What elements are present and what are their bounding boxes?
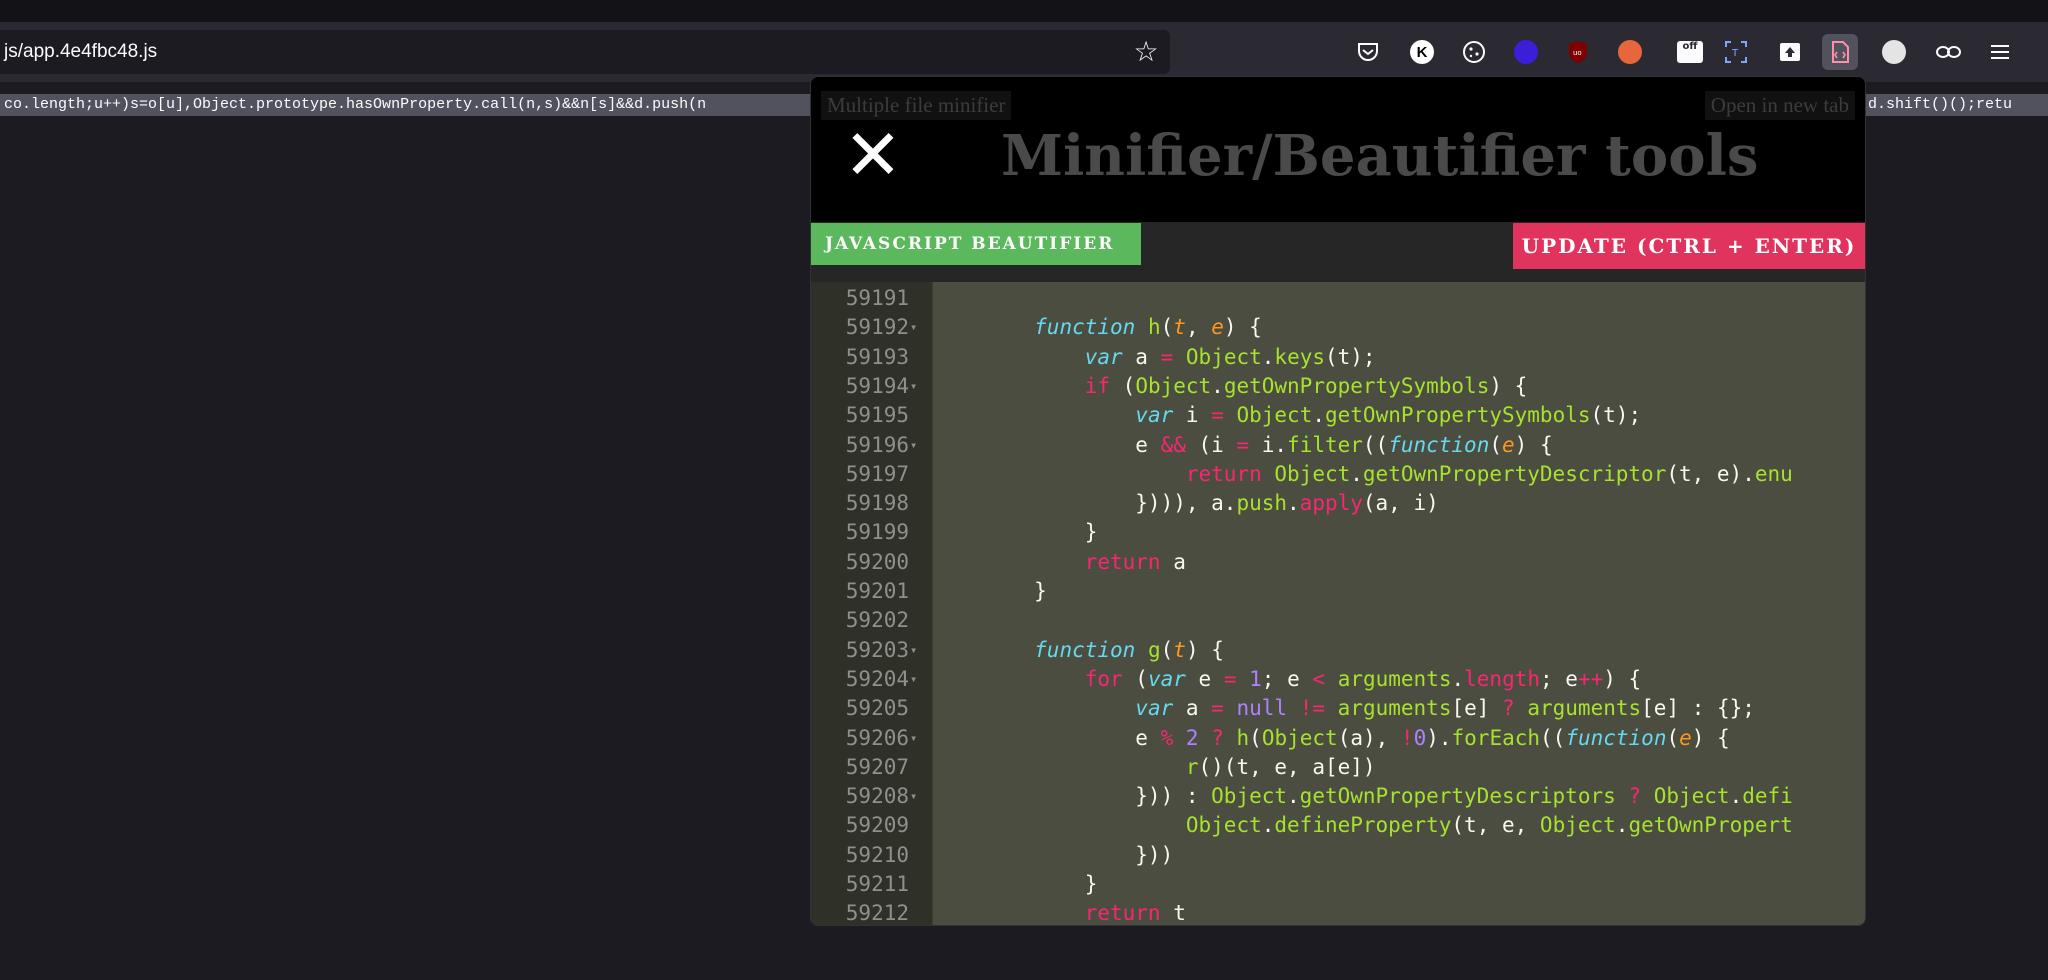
code-text: Object.defineProperty(t, e, Object.getOw… <box>1185 813 1793 838</box>
code-line: 59202 <box>811 606 1865 635</box>
code-line: 59194 ▾ if (Object.getOwnPropertySymbols)… <box>811 372 1865 401</box>
code-text: var a = null != arguments[e] ? arguments… <box>1135 696 1755 721</box>
line-number: 59211 <box>845 872 909 896</box>
line-number: 59194 <box>845 373 909 398</box>
code-line: 59196 ▾ e && (i = i.filter((function(e) { <box>811 431 1865 460</box>
pocket-icon[interactable] <box>1350 34 1386 70</box>
code-text: e && (i = i.filter((function(e) { <box>933 432 1553 457</box>
code-line: 59207 r()(t, e, a[e]) <box>811 753 1865 782</box>
code-line: 59192 ▾ function h(t, e) { <box>811 313 1865 342</box>
open-in-new-tab-link[interactable]: Open in new tab <box>1704 91 1855 120</box>
code-text: e % 2 ? h(Object(a), !0).forEach((functi… <box>933 725 1730 750</box>
fold-toggle-icon[interactable]: ▾ <box>910 665 917 694</box>
minified-code-right: d.shift()();retu <box>1864 94 2048 116</box>
line-number: 59198 <box>845 491 909 516</box>
beautifier-panel: Multiple file minifier Open in new tab ✕… <box>810 76 1866 926</box>
line-number: 59212 <box>845 901 909 926</box>
window-top-strip <box>0 0 2048 22</box>
fold-toggle-icon[interactable]: ▾ <box>910 372 917 401</box>
k-icon[interactable]: K <box>1404 34 1440 70</box>
minified-code-left: co.length;u++)s=o[u],Object.prototype.ha… <box>0 94 812 116</box>
code-text: function h(t, e) { <box>1034 315 1262 340</box>
code-line: 59197 return Object.getOwnPropertyDescri… <box>811 460 1865 489</box>
line-number: 59200 <box>845 549 909 574</box>
svg-text:uo: uo <box>1573 49 1582 57</box>
code-line: 59198 }))), a.push.apply(a, i) <box>811 489 1865 518</box>
line-number: 59205 <box>845 696 909 721</box>
code-text: }))), a.push.apply(a, i) <box>933 491 1439 516</box>
fox-icon[interactable] <box>1612 34 1648 70</box>
close-icon[interactable]: ✕ <box>841 120 905 190</box>
upload-icon[interactable] <box>1772 34 1808 70</box>
code-line: 59201 } <box>811 577 1865 606</box>
off-icon[interactable]: off <box>1672 34 1708 70</box>
panel-title: Minifier/Beautifier tools <box>1001 123 1759 189</box>
code-text: var a = Object.keys(t); <box>1084 344 1376 369</box>
code-text: return t <box>1084 901 1186 926</box>
line-number: 59191 <box>845 286 909 310</box>
eyes-icon[interactable] <box>1930 34 1966 70</box>
fold-toggle-icon[interactable]: ▾ <box>910 636 917 665</box>
line-number: 59202 <box>845 608 909 633</box>
line-number: 59207 <box>845 754 909 779</box>
line-number: 59195 <box>845 403 909 428</box>
code-editor[interactable]: 59191 59192 ▾ function h(t, e) {59193 var … <box>811 282 1865 926</box>
code-line: 59206 ▾ e % 2 ? h(Object(a), !0).forEach(… <box>811 724 1865 753</box>
javascript-beautifier-button[interactable]: JAVASCRIPT BEAUTIFIER <box>811 223 1141 265</box>
code-text: function g(t) { <box>1034 637 1224 662</box>
line-number: 59196 <box>845 432 909 457</box>
ball-icon[interactable] <box>1876 34 1912 70</box>
url-bar[interactable]: js/app.4e4fbc48.js ☆ <box>0 30 1170 74</box>
cookie-icon[interactable] <box>1456 34 1492 70</box>
code-text: return Object.getOwnPropertyDescriptor(t… <box>1185 461 1793 486</box>
line-number: 59193 <box>845 344 909 369</box>
code-line: 59205 var a = null != arguments[e] ? arg… <box>811 694 1865 723</box>
line-number: 59206 <box>845 725 909 750</box>
code-text: return a <box>1084 549 1186 574</box>
code-line: 59208 ▾ })) : Object.getOwnPropertyDescri… <box>811 782 1865 811</box>
code-line: 59212 return t <box>811 899 1865 926</box>
update-button[interactable]: UPDATE (CTRL + ENTER) <box>1513 223 1865 269</box>
star-icon[interactable]: ☆ <box>1130 36 1162 68</box>
code-text: var i = Object.getOwnPropertySymbols(t); <box>1135 403 1642 428</box>
line-number: 59209 <box>845 813 909 838</box>
code-line: 59200 return a <box>811 548 1865 577</box>
code-text: } <box>933 872 1098 896</box>
svg-text:T: T <box>1731 48 1739 59</box>
ublock-icon[interactable]: uo <box>1560 34 1596 70</box>
code-line: 59193 var a = Object.keys(t); <box>811 343 1865 372</box>
line-number: 59210 <box>845 842 909 867</box>
fold-toggle-icon[interactable]: ▾ <box>910 313 917 342</box>
line-number: 59201 <box>845 579 909 603</box>
scan-icon[interactable]: T <box>1718 34 1754 70</box>
code-line: 59204 ▾ for (var e = 1; e < arguments.len… <box>811 665 1865 694</box>
line-number: 59197 <box>845 461 909 486</box>
fold-toggle-icon[interactable]: ▾ <box>910 724 917 753</box>
code-text: for (var e = 1; e < arguments.length; e+… <box>1084 666 1642 691</box>
code-text: })) : Object.getOwnPropertyDescriptors ?… <box>933 784 1793 809</box>
code-text: } <box>933 520 1098 545</box>
fold-toggle-icon[interactable]: ▾ <box>910 431 917 460</box>
line-number: 59199 <box>845 520 909 545</box>
code-line: 59211 } <box>811 870 1865 899</box>
menu-icon[interactable] <box>1982 34 2018 70</box>
code-line: 59203 ▾ function g(t) { <box>811 636 1865 665</box>
code-line: 59209 Object.defineProperty(t, e, Object… <box>811 811 1865 840</box>
fold-toggle-icon[interactable]: ▾ <box>910 782 917 811</box>
code-line: 59210 })) <box>811 841 1865 870</box>
minifier-icon[interactable] <box>1822 34 1858 70</box>
code-text: })) <box>933 842 1174 867</box>
line-number: 59208 <box>845 784 909 809</box>
line-number: 59192 <box>845 315 909 340</box>
circle-icon[interactable] <box>1508 34 1544 70</box>
code-text: if (Object.getOwnPropertySymbols) { <box>1084 373 1528 398</box>
code-line: 59191 <box>811 284 1865 313</box>
code-line: 59199 } <box>811 518 1865 547</box>
line-number: 59204 <box>845 666 909 691</box>
url-text[interactable]: js/app.4e4fbc48.js <box>4 41 157 63</box>
line-number: 59203 <box>845 637 909 662</box>
code-text: r()(t, e, a[e]) <box>1185 754 1376 779</box>
code-line: 59195 var i = Object.getOwnPropertySymbo… <box>811 401 1865 430</box>
code-text: } <box>933 579 1047 603</box>
